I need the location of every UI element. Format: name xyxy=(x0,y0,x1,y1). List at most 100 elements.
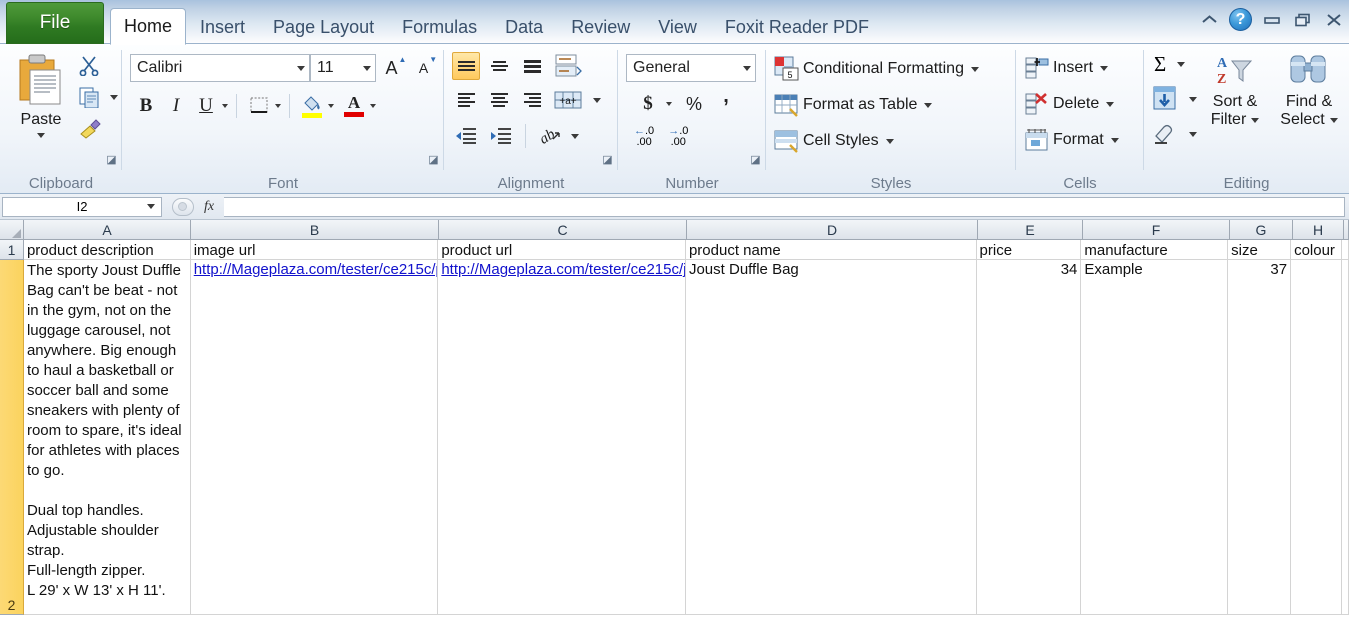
minimize-ribbon-icon[interactable] xyxy=(1198,9,1220,31)
format-as-table-button[interactable]: Format as Table xyxy=(774,92,933,118)
cell-d2[interactable]: Joust Duffle Bag xyxy=(685,260,977,615)
column-header-i[interactable] xyxy=(1344,220,1349,240)
image-url-link[interactable]: http://Mageplaza.com/tester/ce215c/p xyxy=(194,261,438,278)
row-header-2[interactable]: 2 xyxy=(0,260,24,615)
increase-indent-button[interactable] xyxy=(487,122,515,150)
insert-cells-button[interactable]: Insert xyxy=(1024,56,1109,80)
conditional-formatting-caret[interactable] xyxy=(970,66,979,72)
tab-page-layout[interactable]: Page Layout xyxy=(259,11,388,44)
find-select-button[interactable]: Find & Select xyxy=(1274,52,1344,129)
cut-button[interactable] xyxy=(78,54,100,81)
clear-button[interactable] xyxy=(1152,122,1197,146)
fill-color-button[interactable] xyxy=(298,92,326,120)
format-cells-button[interactable]: Format xyxy=(1024,128,1119,152)
cell-d1[interactable]: product name xyxy=(685,240,977,260)
currency-caret[interactable] xyxy=(666,102,672,106)
tab-review[interactable]: Review xyxy=(557,11,644,44)
borders-button[interactable] xyxy=(245,92,273,120)
cell-styles-caret[interactable] xyxy=(885,138,894,144)
format-as-table-caret[interactable] xyxy=(924,102,933,108)
cell-f1[interactable]: manufacture xyxy=(1081,240,1229,260)
cell-c1[interactable]: product url xyxy=(438,240,686,260)
name-box[interactable]: I2 xyxy=(2,196,162,217)
column-header-c[interactable]: C xyxy=(439,220,687,240)
fill-caret[interactable] xyxy=(1189,96,1197,102)
font-color-caret[interactable] xyxy=(370,104,376,108)
tab-view[interactable]: View xyxy=(644,11,711,44)
number-format-select[interactable]: General xyxy=(626,54,756,82)
borders-caret[interactable] xyxy=(275,104,281,108)
font-color-button[interactable]: A xyxy=(340,92,368,120)
cell-styles-button[interactable]: Cell Styles xyxy=(774,128,894,154)
column-header-b[interactable]: B xyxy=(191,220,439,240)
copy-dropdown-caret[interactable] xyxy=(110,94,118,100)
middle-align-button[interactable] xyxy=(485,52,513,80)
column-header-g[interactable]: G xyxy=(1230,220,1293,240)
delete-cells-caret[interactable] xyxy=(1106,101,1115,107)
merge-center-button[interactable]: +a+ xyxy=(551,86,585,114)
increase-decimal-button[interactable]: ←.0 .00 xyxy=(634,126,654,148)
worksheet-grid[interactable]: A B C D E F G H 1 product description im… xyxy=(0,220,1349,616)
name-box-caret[interactable] xyxy=(147,204,155,209)
formula-input[interactable] xyxy=(224,196,1345,217)
column-header-e[interactable]: E xyxy=(978,220,1083,240)
column-header-h[interactable]: H xyxy=(1293,220,1344,240)
table-row[interactable]: 1 product description image url product … xyxy=(0,240,1349,260)
cell-f2[interactable]: Example xyxy=(1081,260,1229,615)
fill-color-caret[interactable] xyxy=(328,104,334,108)
grow-font-button[interactable]: A ▲ xyxy=(382,54,410,82)
currency-button[interactable]: $ xyxy=(634,90,662,118)
find-select-caret[interactable] xyxy=(1329,117,1338,123)
tab-data[interactable]: Data xyxy=(491,11,557,44)
cell-b2[interactable]: http://Mageplaza.com/tester/ce215c/p xyxy=(190,260,439,615)
cell-h1[interactable]: colour xyxy=(1291,240,1342,260)
cell-a1[interactable]: product description xyxy=(23,240,191,260)
cell-h2[interactable] xyxy=(1291,260,1342,615)
underline-caret[interactable] xyxy=(222,104,228,108)
tab-formulas[interactable]: Formulas xyxy=(388,11,491,44)
format-cells-caret[interactable] xyxy=(1110,137,1119,143)
format-painter-button[interactable] xyxy=(78,118,102,145)
cell-b1[interactable]: image url xyxy=(190,240,439,260)
merge-center-caret[interactable] xyxy=(593,97,601,103)
column-header-a[interactable]: A xyxy=(24,220,191,240)
sort-filter-caret[interactable] xyxy=(1251,117,1260,123)
number-format-caret[interactable] xyxy=(743,65,751,71)
formula-bar-expand-button[interactable] xyxy=(171,197,194,216)
tab-file[interactable]: File xyxy=(6,2,104,44)
delete-cells-button[interactable]: Delete xyxy=(1024,92,1115,116)
font-size-input[interactable]: 11 xyxy=(310,54,376,82)
fill-button[interactable] xyxy=(1152,86,1197,112)
align-left-button[interactable] xyxy=(452,86,480,114)
clipboard-dialog-launcher[interactable]: ◪ xyxy=(105,154,118,167)
number-dialog-launcher[interactable]: ◪ xyxy=(749,154,762,167)
align-center-button[interactable] xyxy=(485,86,513,114)
font-name-input[interactable]: Calibri xyxy=(130,54,310,82)
italic-button[interactable]: I xyxy=(162,92,190,120)
decrease-indent-button[interactable] xyxy=(452,122,480,150)
cell-a2[interactable]: The sporty Joust Duffle Bag can't be bea… xyxy=(23,260,191,615)
close-icon[interactable] xyxy=(1323,9,1345,31)
sort-filter-button[interactable]: A Z Sort & Filter xyxy=(1202,52,1268,129)
clear-caret[interactable] xyxy=(1189,131,1197,137)
orientation-button[interactable]: ab xyxy=(536,122,564,150)
wrap-text-button[interactable] xyxy=(551,52,585,80)
minimize-icon[interactable] xyxy=(1261,9,1283,31)
autosum-button[interactable]: Σ xyxy=(1154,52,1186,77)
cell-e1[interactable]: price xyxy=(976,240,1082,260)
cell-g2[interactable]: 37 xyxy=(1228,260,1292,615)
tab-home[interactable]: Home xyxy=(110,8,187,45)
select-all-corner[interactable] xyxy=(0,220,24,240)
font-name-caret[interactable] xyxy=(297,65,305,71)
autosum-caret[interactable] xyxy=(1177,62,1186,67)
cell-i1[interactable] xyxy=(1342,240,1349,260)
insert-cells-caret[interactable] xyxy=(1100,65,1109,71)
column-header-d[interactable]: D xyxy=(687,220,978,240)
alignment-dialog-launcher[interactable]: ◪ xyxy=(601,154,614,167)
cell-i2[interactable] xyxy=(1342,260,1349,615)
cell-e2[interactable]: 34 xyxy=(976,260,1082,615)
restore-icon[interactable] xyxy=(1292,9,1314,31)
paste-button[interactable]: Paste xyxy=(10,52,72,138)
underline-button[interactable]: U xyxy=(192,92,220,120)
font-size-caret[interactable] xyxy=(363,65,371,71)
